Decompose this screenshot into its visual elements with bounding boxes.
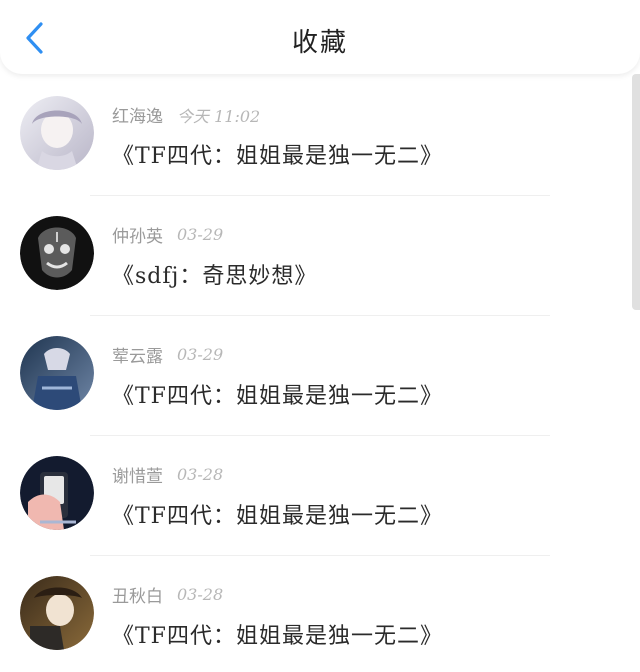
timestamp: 03-28 [177,585,224,604]
item-title[interactable]: 《sdfj：奇思妙想》 [112,258,317,290]
author-name: 红海逸 [112,107,163,127]
author-name: 谢惜萱 [112,467,163,487]
item-meta: 红海逸 今天 11:02 [112,102,261,128]
header-bar: 收藏 [0,0,640,74]
avatar [20,576,94,650]
scrollbar[interactable] [632,74,640,310]
list-item[interactable]: 丑秋白 03-28 《TF四代：姐姐最是独一无二》 [0,556,630,672]
item-meta: 谢惜萱 03-28 [112,462,223,487]
timestamp: 今天 11:02 [177,106,261,126]
item-meta: 仲孙英 03-29 [112,222,223,247]
avatar [20,456,94,530]
item-title[interactable]: 《TF四代：姐姐最是独一无二》 [112,498,443,530]
item-title[interactable]: 《TF四代：姐姐最是独一无二》 [112,618,443,650]
list-item[interactable]: 红海逸 今天 11:02 《TF四代：姐姐最是独一无二》 [0,76,630,196]
avatar [20,336,94,410]
avatar [20,96,94,170]
author-name: 仲孙英 [112,227,163,247]
timestamp: 03-29 [177,225,224,244]
item-meta: 丑秋白 03-28 [112,582,223,607]
timestamp: 03-28 [177,465,224,484]
list-item[interactable]: 谢惜萱 03-28 《TF四代：姐姐最是独一无二》 [0,436,630,556]
author-name: 丑秋白 [112,587,163,607]
page-title: 收藏 [291,28,348,58]
favorites-page: 收藏 红海逸 今天 11:02 《TF四代：姐姐最是独一无二》 仲孙英 03-2… [0,0,640,672]
item-title[interactable]: 《TF四代：姐姐最是独一无二》 [112,378,443,410]
avatar [20,216,94,290]
author-name: 荤云露 [112,347,163,367]
timestamp: 03-29 [177,345,224,364]
list-item[interactable]: 仲孙英 03-29 《sdfj：奇思妙想》 [0,196,630,316]
item-meta: 荤云露 03-29 [112,342,223,367]
list-item[interactable]: 荤云露 03-29 《TF四代：姐姐最是独一无二》 [0,316,630,436]
favorites-list: 红海逸 今天 11:02 《TF四代：姐姐最是独一无二》 仲孙英 03-29 《… [0,76,630,672]
item-title[interactable]: 《TF四代：姐姐最是独一无二》 [112,138,443,170]
